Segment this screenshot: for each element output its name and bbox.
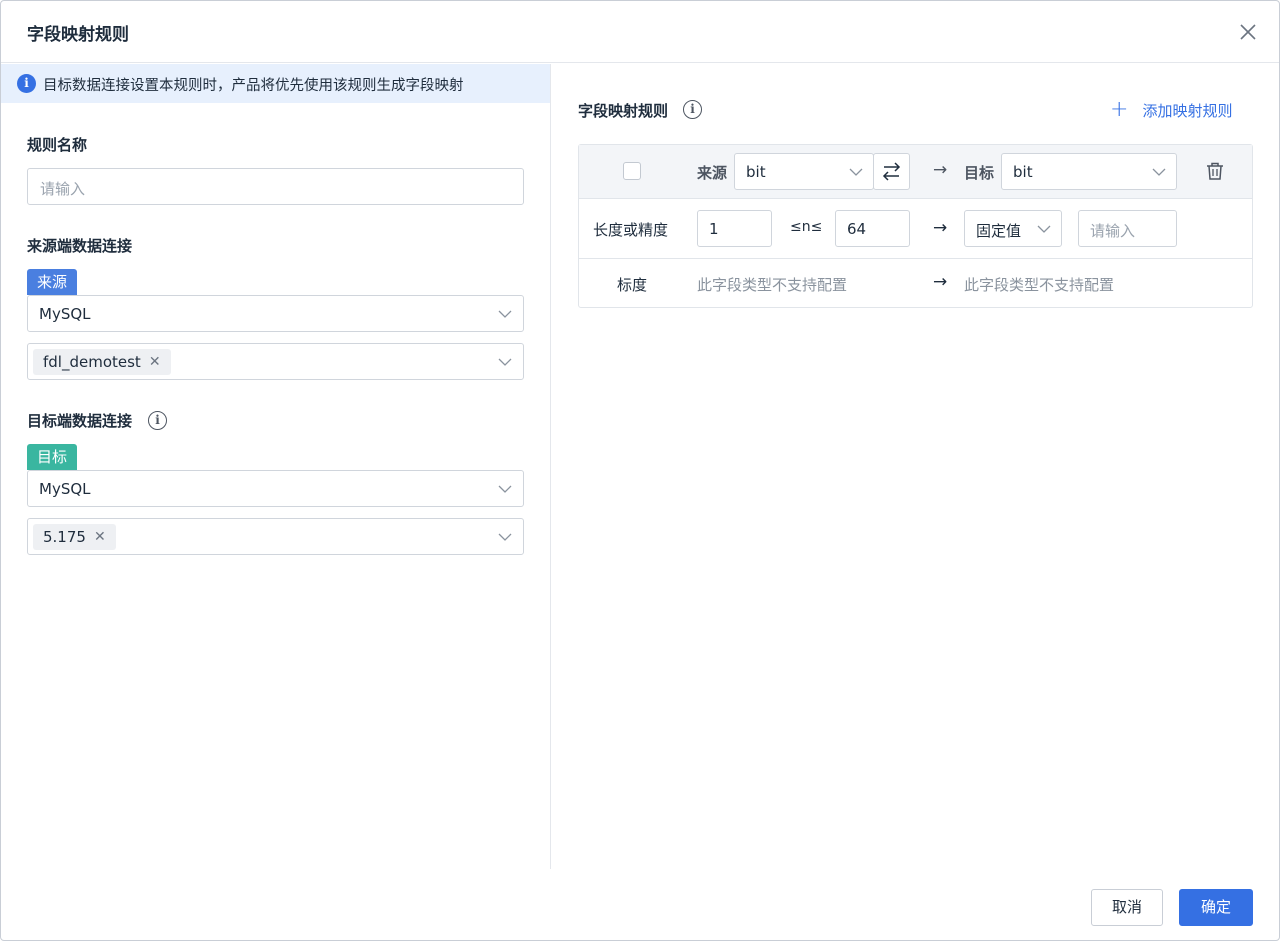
notice-banner: i 目标数据连接设置本规则时，产品将优先使用该规则生成字段映射 <box>1 64 550 103</box>
scale-row: 标度 此字段类型不支持配置 → 此字段类型不支持配置 <box>579 260 1252 307</box>
length-min-value: 1 <box>709 220 719 238</box>
dialog-header: 字段映射规则 <box>1 1 1279 63</box>
rule-name-input[interactable]: 请输入 <box>27 168 524 205</box>
length-value-placeholder: 请输入 <box>1090 222 1136 240</box>
remove-tag-icon[interactable]: ✕ <box>149 349 161 375</box>
target-type-select[interactable]: bit <box>1001 153 1177 190</box>
chevron-down-icon <box>1152 168 1166 176</box>
source-badge: 来源 <box>27 269 78 295</box>
swap-button[interactable] <box>873 153 910 190</box>
chevron-down-icon <box>498 485 512 493</box>
close-icon[interactable] <box>1237 21 1259 43</box>
target-info-icon[interactable]: i <box>148 411 167 430</box>
source-connection-tag-label: fdl_demotest <box>43 353 141 371</box>
scale-label: 标度 <box>617 276 648 294</box>
source-connection-tag: fdl_demotest ✕ <box>33 349 171 375</box>
mapping-rule-header-row: 来源 bit → 目标 bit <box>579 145 1252 199</box>
arrow-right-icon: → <box>933 272 948 292</box>
source-connection-label: 来源端数据连接 <box>27 237 133 255</box>
source-type-select[interactable]: bit <box>734 153 874 190</box>
source-scale-note: 此字段类型不支持配置 <box>697 276 848 294</box>
arrow-right-icon: → <box>933 160 948 180</box>
target-type-label: 目标 <box>964 164 995 182</box>
target-db-type-value: MySQL <box>39 480 91 498</box>
dialog-title: 字段映射规则 <box>27 25 129 45</box>
length-mode-value: 固定值 <box>976 222 1022 240</box>
length-precision-row: 长度或精度 1 ≤n≤ 64 → 固定值 请输入 <box>579 200 1252 259</box>
length-mode-select[interactable]: 固定值 <box>964 210 1062 247</box>
source-type-label: 来源 <box>697 164 728 182</box>
chevron-down-icon <box>498 358 512 366</box>
chevron-down-icon <box>1037 225 1051 233</box>
add-mapping-rule-label: 添加映射规则 <box>1142 101 1233 120</box>
target-db-type-select[interactable]: MySQL <box>27 470 524 507</box>
mapping-rule-card: 来源 bit → 目标 bit 长度或精度 1 ≤n≤ 64 → 固定值 请输入… <box>578 144 1253 308</box>
source-type-value: bit <box>746 163 766 181</box>
length-precision-label: 长度或精度 <box>593 221 669 239</box>
rule-name-placeholder: 请输入 <box>40 180 86 198</box>
source-connection-select[interactable]: fdl_demotest ✕ <box>27 343 524 380</box>
remove-tag-icon[interactable]: ✕ <box>94 524 106 550</box>
swap-icon <box>882 162 901 181</box>
length-min-input[interactable]: 1 <box>697 210 772 247</box>
target-connection-tag-label: 5.175 <box>43 528 86 546</box>
length-max-input[interactable]: 64 <box>835 210 910 247</box>
length-max-value: 64 <box>847 220 867 238</box>
rule-checkbox[interactable] <box>623 162 641 180</box>
right-panel: 字段映射规则 i + 添加映射规则 来源 bit → 目标 bit 长度或精度 … <box>552 64 1279 869</box>
cancel-button[interactable]: 取消 <box>1091 889 1163 926</box>
target-scale-note: 此字段类型不支持配置 <box>964 276 1115 294</box>
target-badge: 目标 <box>27 444 78 470</box>
target-type-value: bit <box>1013 163 1033 181</box>
add-mapping-rule-button[interactable]: + 添加映射规则 <box>1110 98 1232 122</box>
plus-icon: + <box>1110 97 1129 122</box>
chevron-down-icon <box>849 168 863 176</box>
chevron-down-icon <box>498 310 512 318</box>
length-value-input[interactable]: 请输入 <box>1078 210 1177 247</box>
target-connection-label: 目标端数据连接 <box>27 412 133 430</box>
info-icon: i <box>17 74 36 93</box>
confirm-button[interactable]: 确定 <box>1179 889 1253 926</box>
field-mapping-dialog: 字段映射规则 i 目标数据连接设置本规则时，产品将优先使用该规则生成字段映射 规… <box>0 0 1280 941</box>
mapping-rules-title: 字段映射规则 <box>578 102 669 120</box>
target-connection-tag: 5.175 ✕ <box>33 524 116 550</box>
source-db-type-select[interactable]: MySQL <box>27 295 524 332</box>
target-connection-select[interactable]: 5.175 ✕ <box>27 518 524 555</box>
range-operator: ≤n≤ <box>790 219 823 235</box>
mapping-rules-info-icon[interactable]: i <box>683 100 702 119</box>
rule-name-label: 规则名称 <box>27 136 88 154</box>
notice-text: 目标数据连接设置本规则时，产品将优先使用该规则生成字段映射 <box>43 78 464 94</box>
source-db-type-value: MySQL <box>39 305 91 323</box>
left-panel: i 目标数据连接设置本规则时，产品将优先使用该规则生成字段映射 规则名称 请输入… <box>1 64 551 869</box>
trash-icon[interactable] <box>1205 161 1225 181</box>
chevron-down-icon <box>498 533 512 541</box>
arrow-right-icon: → <box>933 218 948 238</box>
